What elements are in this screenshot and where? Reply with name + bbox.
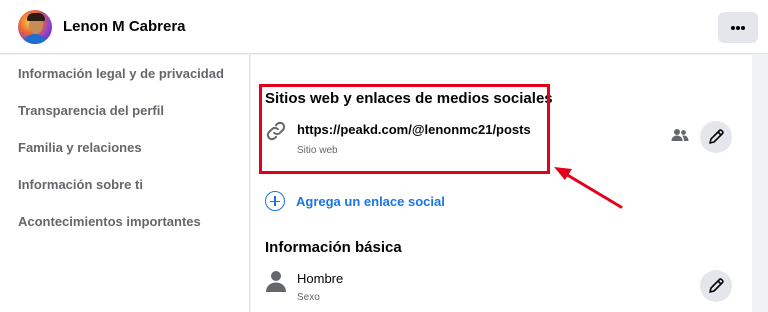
profile-header: Lenon M Cabrera: [0, 0, 768, 54]
avatar[interactable]: [18, 10, 52, 44]
more-options-button[interactable]: [718, 12, 758, 43]
gender-type-label: Sexo: [297, 292, 320, 303]
edit-website-button[interactable]: [700, 121, 732, 153]
annotation-arrow-icon: [550, 160, 626, 217]
sidebar-item-family-relationships[interactable]: Familia y relaciones: [18, 140, 142, 155]
add-social-link-button[interactable]: Agrega un enlace social: [296, 194, 445, 209]
add-circle-icon[interactable]: [265, 191, 285, 211]
edit-gender-button[interactable]: [700, 270, 732, 302]
websites-section-title: Sitios web y enlaces de medios sociales: [265, 90, 553, 107]
page-background: [752, 55, 768, 312]
link-icon: [265, 120, 287, 147]
gender-value: Hombre: [297, 271, 344, 286]
sidebar-item-about-you[interactable]: Información sobre ti: [18, 177, 143, 192]
website-type-label: Sitio web: [297, 145, 338, 156]
about-sidebar: Información legal y de privacidad Transp…: [0, 55, 250, 312]
basic-info-section-title: Información básica: [265, 239, 402, 256]
sidebar-item-profile-transparency[interactable]: Transparencia del perfil: [18, 103, 164, 118]
friends-icon[interactable]: [671, 127, 689, 148]
website-link[interactable]: https://peakd.com/@lenonmc21/posts: [297, 122, 531, 137]
person-icon: [265, 270, 287, 297]
sidebar-item-legal-privacy[interactable]: Información legal y de privacidad: [18, 66, 224, 81]
profile-name[interactable]: Lenon M Cabrera: [63, 18, 186, 35]
sidebar-item-life-events[interactable]: Acontecimientos importantes: [18, 214, 201, 229]
